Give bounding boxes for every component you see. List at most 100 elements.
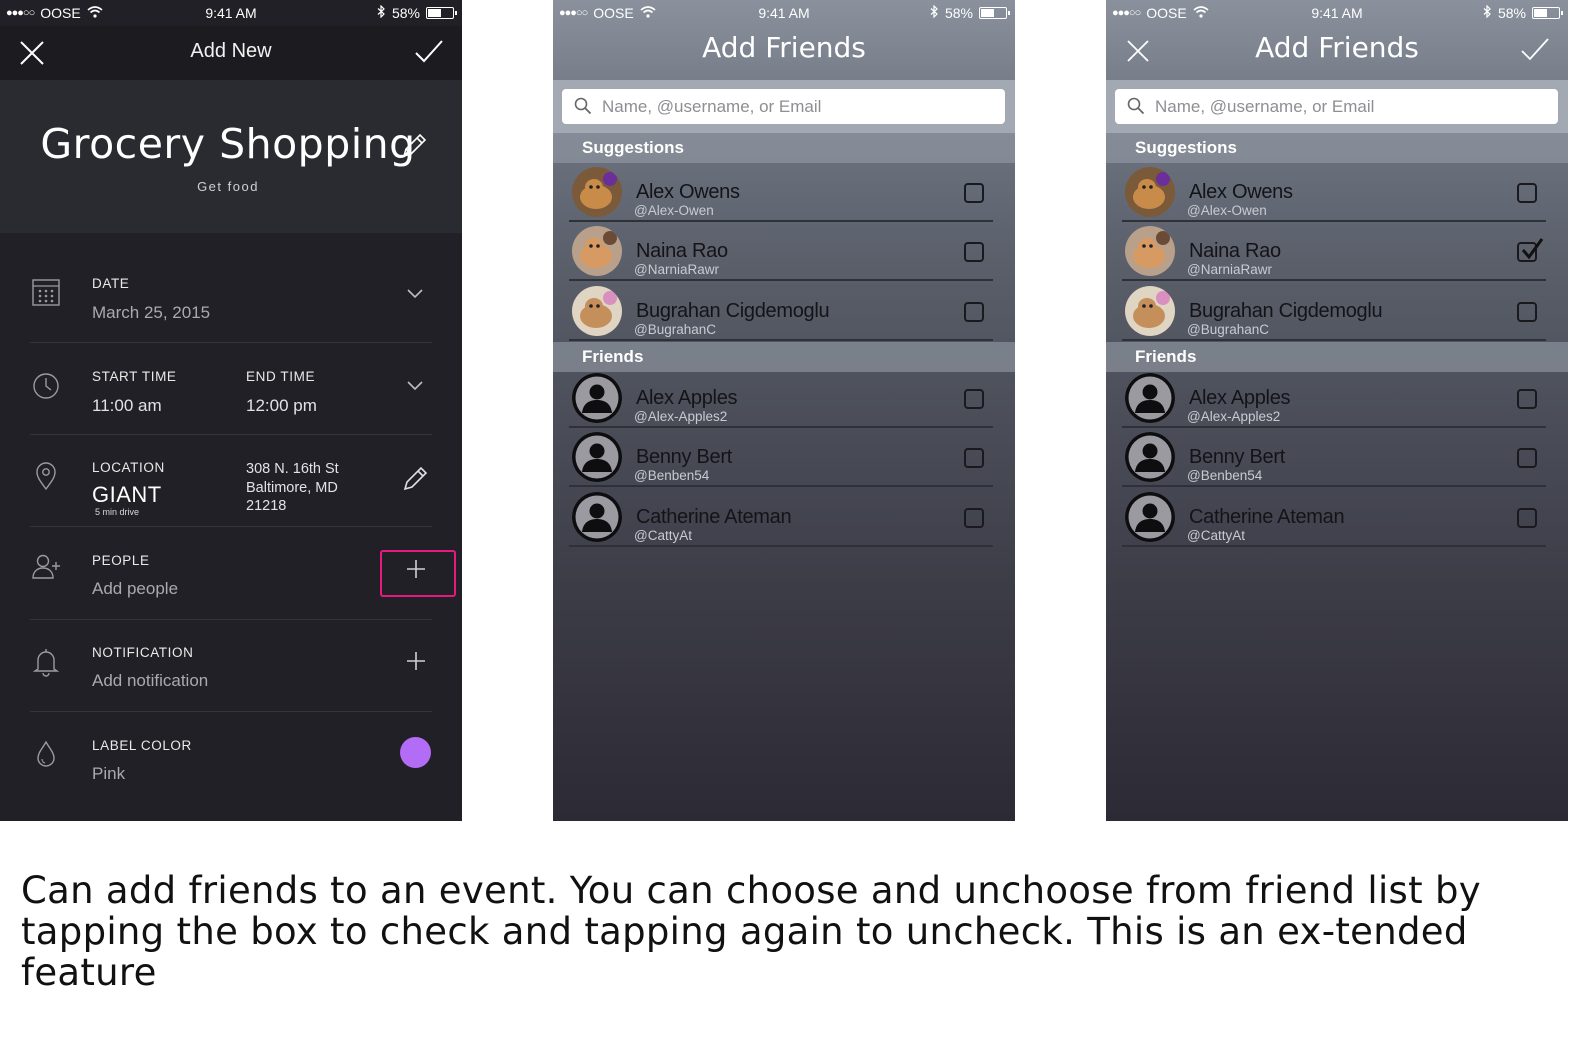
friend-row[interactable]: Benny Bert @Benben54 (1106, 428, 1568, 487)
avatar (572, 226, 622, 276)
search-input[interactable] (1155, 89, 1550, 124)
friend-row[interactable]: Alex Apples @Alex-Apples2 (1106, 369, 1568, 428)
nav-header: Add New (0, 26, 462, 80)
avatar (1125, 167, 1175, 217)
search-icon (1127, 97, 1145, 115)
location-name: GIANT (92, 482, 162, 507)
friend-name: Catherine Ateman (1189, 506, 1345, 528)
search-box[interactable] (1115, 89, 1558, 124)
select-checkbox[interactable] (964, 302, 984, 322)
select-checkbox[interactable] (1517, 508, 1537, 528)
notification-label: NOTIFICATION (92, 645, 194, 660)
date-value: March 25, 2015 (92, 303, 211, 322)
notification-value: Add notification (92, 671, 209, 690)
row-divider (569, 339, 993, 341)
row-divider (1122, 485, 1546, 487)
friend-row[interactable]: Alex Apples @Alex-Apples2 (553, 369, 1015, 428)
friend-name: Alex Owens (636, 181, 740, 203)
select-checkbox[interactable] (1517, 302, 1537, 322)
bell-icon (32, 649, 60, 677)
avatar (572, 373, 622, 423)
suggestion-row[interactable]: Naina Rao @NarniaRawr (553, 222, 1015, 281)
color-swatch[interactable] (400, 737, 431, 768)
suggestion-row[interactable]: Bugrahan Cigdemoglu @BugrahanC (553, 282, 1015, 341)
label-color-value: Pink (92, 764, 126, 783)
select-checkbox[interactable] (1517, 238, 1544, 262)
row-divider (1122, 339, 1546, 341)
friend-name: Bugrahan Cigdemoglu (636, 300, 830, 322)
friend-row[interactable]: Catherine Ateman @CattyAt (553, 488, 1015, 547)
chevron-down-icon[interactable] (405, 286, 425, 300)
end-time-value[interactable]: 12:00 pm (246, 396, 317, 416)
address-line-1: 308 N. 16th St (246, 461, 339, 477)
friend-handle: @Alex-Apples2 (634, 409, 728, 424)
friend-name: Alex Owens (1189, 181, 1293, 203)
select-checkbox[interactable] (964, 242, 984, 262)
people-label: PEOPLE (92, 553, 150, 568)
friend-handle: @BugrahanC (1187, 322, 1270, 337)
friend-handle: @Alex-Owen (634, 203, 714, 218)
suggestion-row[interactable]: Naina Rao @NarniaRawr (1106, 222, 1568, 281)
status-bar: ●●●○○ OOSE 9:41 AM 58% (0, 0, 462, 26)
start-time-label: START TIME (92, 369, 177, 384)
add-person-icon (32, 554, 60, 579)
select-checkbox[interactable] (964, 183, 984, 203)
plus-icon[interactable] (405, 650, 427, 672)
page-title: Add Friends (1255, 31, 1419, 64)
friends-header: Friends (553, 342, 1015, 372)
friend-name: Alex Apples (1189, 387, 1291, 409)
friend-row[interactable]: Benny Bert @Benben54 (553, 428, 1015, 487)
friends-header: Friends (1106, 342, 1568, 372)
date-label: DATE (92, 276, 130, 291)
row-divider (569, 279, 993, 281)
row-divider (569, 545, 993, 547)
bluetooth-icon (377, 4, 386, 21)
friend-handle: @Alex-Owen (1187, 203, 1267, 218)
start-time-value[interactable]: 11:00 am (92, 396, 162, 416)
search-icon (574, 97, 592, 115)
droplet-icon (37, 740, 55, 767)
suggestion-row[interactable]: Alex Owens @Alex-Owen (1106, 163, 1568, 222)
friend-name: Catherine Ateman (636, 506, 792, 528)
add-friends-screen: ●●●○○OOSE 9:41 AM 58% Add Friends Sugges… (553, 0, 1015, 821)
select-checkbox[interactable] (964, 389, 984, 409)
friend-handle: @CattyAt (1187, 528, 1245, 543)
battery-icon (979, 7, 1010, 19)
select-checkbox[interactable] (1517, 183, 1537, 203)
suggestion-row[interactable]: Bugrahan Cigdemoglu @BugrahanC (1106, 282, 1568, 341)
checkmark-icon[interactable] (1520, 35, 1550, 65)
chevron-down-icon[interactable] (405, 378, 425, 392)
friend-handle: @Benben54 (1187, 468, 1263, 483)
avatar (1125, 373, 1175, 423)
friend-row[interactable]: Catherine Ateman @CattyAt (1106, 488, 1568, 547)
date-row[interactable]: DATE March 25, 2015 (0, 233, 462, 343)
time-row[interactable]: START TIME 11:00 am END TIME 12:00 pm (0, 343, 462, 435)
search-box[interactable] (562, 89, 1005, 124)
location-label: LOCATION (92, 460, 165, 475)
avatar (1125, 492, 1175, 542)
plus-icon[interactable] (405, 558, 427, 580)
search-input[interactable] (602, 89, 997, 124)
avatar (572, 167, 622, 217)
location-row[interactable]: LOCATION GIANT 5 min drive 308 N. 16th S… (0, 435, 462, 527)
avatar (1125, 286, 1175, 336)
friend-name: Benny Bert (1189, 446, 1285, 468)
avatar (1125, 432, 1175, 482)
select-checkbox[interactable] (964, 448, 984, 468)
drive-time: 5 min drive (95, 507, 140, 517)
select-checkbox[interactable] (964, 508, 984, 528)
select-checkbox[interactable] (1517, 448, 1537, 468)
label-color-row[interactable]: LABEL COLOR Pink (0, 712, 462, 821)
battery-icon (1532, 7, 1563, 19)
notification-row[interactable]: NOTIFICATION Add notification (0, 620, 462, 712)
battery-percent: 58% (391, 5, 420, 21)
suggestion-row[interactable]: Alex Owens @Alex-Owen (553, 163, 1015, 222)
edit-pencil-icon[interactable] (401, 465, 429, 493)
caption: Can add friends to an event. You can cho… (21, 869, 1481, 994)
checkmark-icon[interactable] (414, 37, 444, 67)
friend-handle: @Alex-Apples2 (1187, 409, 1281, 424)
select-checkbox[interactable] (1517, 389, 1537, 409)
friend-name: Alex Apples (636, 387, 738, 409)
edit-pencil-icon[interactable] (400, 132, 428, 160)
row-divider (569, 485, 993, 487)
